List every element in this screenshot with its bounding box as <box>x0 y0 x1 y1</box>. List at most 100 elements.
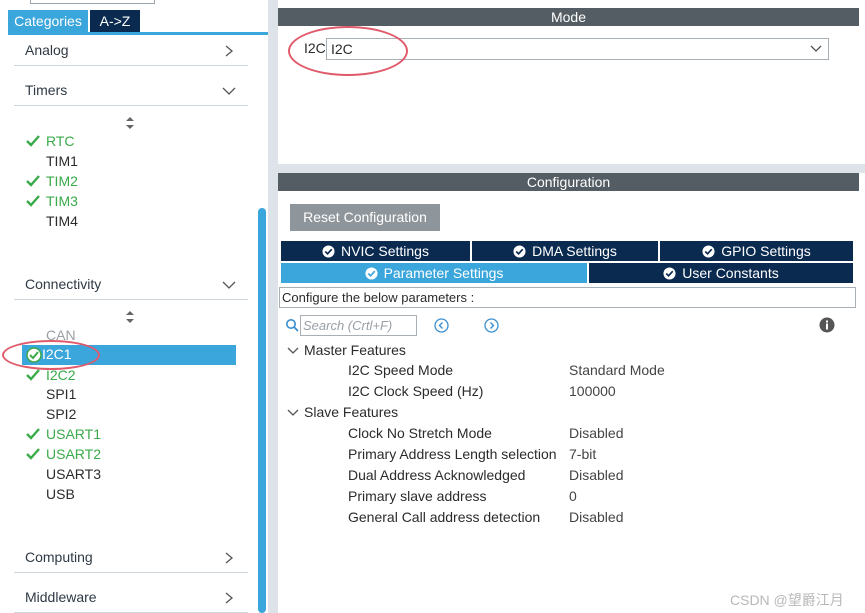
chevron-right-icon <box>225 45 234 57</box>
category-label: Analog <box>25 42 69 58</box>
check-circle-icon <box>663 267 676 280</box>
group-master-features[interactable]: Master Features <box>287 342 487 360</box>
peripheral-spi1[interactable]: SPI1 <box>26 385 236 405</box>
peripheral-tim4[interactable]: TIM4 <box>26 212 236 232</box>
param-value: 100000 <box>569 383 616 399</box>
left-search-box[interactable] <box>30 0 155 4</box>
param-row[interactable]: Dual Address Acknowledged Disabled <box>348 467 768 487</box>
tab-dma-settings[interactable]: DMA Settings <box>472 241 658 261</box>
param-row[interactable]: Primary Address Length selection 7-bit <box>348 446 768 466</box>
tab-nvic-settings[interactable]: NVIC Settings <box>281 241 470 261</box>
peripheral-name: CAN <box>46 327 76 343</box>
param-name: I2C Speed Mode <box>348 362 454 378</box>
category-connectivity[interactable]: Connectivity <box>14 272 248 300</box>
peripheral-tim3[interactable]: TIM3 <box>26 192 236 212</box>
peripheral-i2c2[interactable]: I2C2 <box>26 366 236 386</box>
check-circle-icon <box>702 245 715 258</box>
peripheral-name: TIM1 <box>46 153 78 169</box>
chevron-right-icon <box>225 552 234 564</box>
tab-gpio-settings[interactable]: GPIO Settings <box>660 241 853 261</box>
category-label: Timers <box>25 82 68 98</box>
category-label: Middleware <box>25 589 97 605</box>
peripheral-i2c1[interactable]: I2C1 <box>22 345 236 365</box>
scroll-up-down-icon[interactable] <box>125 310 135 324</box>
param-row[interactable]: Primary slave address 0 <box>348 488 768 508</box>
tab-user-constants[interactable]: User Constants <box>589 263 853 283</box>
group-label: Slave Features <box>304 404 399 420</box>
param-name: Dual Address Acknowledged <box>348 467 526 483</box>
param-name: General Call address detection <box>348 509 541 525</box>
peripheral-can[interactable]: CAN <box>26 326 236 346</box>
peripheral-name: TIM2 <box>46 173 78 189</box>
panel-splitter[interactable] <box>268 0 278 613</box>
mode-select-value: I2C <box>331 41 353 57</box>
watermark: CSDN @望爵江月 <box>730 592 844 608</box>
peripheral-usart3[interactable]: USART3 <box>26 465 236 485</box>
category-analog[interactable]: Analog <box>14 38 248 66</box>
i2c-mode-select[interactable]: I2C <box>326 38 829 60</box>
check-icon <box>26 175 40 187</box>
group-slave-features[interactable]: Slave Features <box>287 404 487 422</box>
category-timers[interactable]: Timers <box>14 78 248 106</box>
peripheral-name: USB <box>46 486 75 502</box>
param-value: 7-bit <box>569 446 597 462</box>
peripheral-usart1[interactable]: USART1 <box>26 425 236 445</box>
category-middleware[interactable]: Middleware <box>14 585 248 613</box>
param-value: Disabled <box>569 509 624 525</box>
reset-configuration-button[interactable]: Reset Configuration <box>290 204 440 231</box>
peripheral-name: USART1 <box>46 426 101 442</box>
section-splitter[interactable] <box>278 164 865 173</box>
peripheral-name: SPI2 <box>46 406 77 422</box>
peripheral-name: RTC <box>46 133 75 149</box>
chevron-down-icon <box>287 409 299 416</box>
peripheral-name: USART2 <box>46 446 101 462</box>
configure-description: Configure the below parameters : <box>279 287 856 308</box>
param-name: Clock No Stretch Mode <box>348 425 492 441</box>
peripheral-name: TIM4 <box>46 213 78 229</box>
param-name: Primary slave address <box>348 488 487 504</box>
scroll-up-down-icon[interactable] <box>125 116 135 130</box>
param-row[interactable]: General Call address detection Disabled <box>348 509 768 529</box>
check-circle-icon <box>322 245 335 258</box>
param-name: I2C Clock Speed (Hz) <box>348 383 484 399</box>
check-icon <box>26 448 40 460</box>
next-result-icon[interactable] <box>484 318 499 333</box>
tab-categories[interactable]: Categories <box>8 10 88 32</box>
parameter-search-input[interactable]: Search (Crtl+F) <box>300 315 417 336</box>
left-scrollbar-thumb[interactable] <box>258 208 266 613</box>
previous-result-icon[interactable] <box>434 318 449 333</box>
param-value: Disabled <box>569 467 624 483</box>
check-icon <box>26 369 40 381</box>
peripheral-tim1[interactable]: TIM1 <box>26 152 236 172</box>
chevron-down-icon <box>810 45 822 52</box>
group-label: Master Features <box>304 342 406 358</box>
check-circle-icon <box>26 347 42 363</box>
mode-field-label: I2C <box>304 40 326 56</box>
chevron-down-icon <box>287 347 299 354</box>
peripheral-tim2[interactable]: TIM2 <box>26 172 236 192</box>
info-icon[interactable] <box>819 317 835 333</box>
peripheral-usart2[interactable]: USART2 <box>26 445 236 465</box>
param-row[interactable]: Clock No Stretch Mode Disabled <box>348 425 768 445</box>
param-value: Disabled <box>569 425 624 441</box>
chevron-down-icon <box>222 281 236 289</box>
category-computing[interactable]: Computing <box>14 545 248 573</box>
category-label: Connectivity <box>25 276 102 292</box>
tab-label: User Constants <box>682 265 779 281</box>
category-label: Computing <box>25 549 93 565</box>
param-row[interactable]: I2C Clock Speed (Hz) 100000 <box>348 383 768 403</box>
peripheral-rtc[interactable]: RTC <box>26 132 236 152</box>
tab-parameter-settings[interactable]: Parameter Settings <box>281 263 587 283</box>
param-value: 0 <box>569 488 577 504</box>
peripheral-name: USART3 <box>46 466 101 482</box>
peripheral-name: I2C2 <box>46 367 76 383</box>
check-circle-icon <box>513 245 526 258</box>
peripheral-usb[interactable]: USB <box>26 485 236 505</box>
check-icon <box>26 428 40 440</box>
tab-label: Parameter Settings <box>383 265 504 281</box>
configuration-header: Configuration <box>278 173 859 191</box>
tab-a-to-z[interactable]: A->Z <box>90 10 140 32</box>
param-row[interactable]: I2C Speed Mode Standard Mode <box>348 362 768 382</box>
peripheral-spi2[interactable]: SPI2 <box>26 405 236 425</box>
tab-label: DMA Settings <box>532 243 617 259</box>
